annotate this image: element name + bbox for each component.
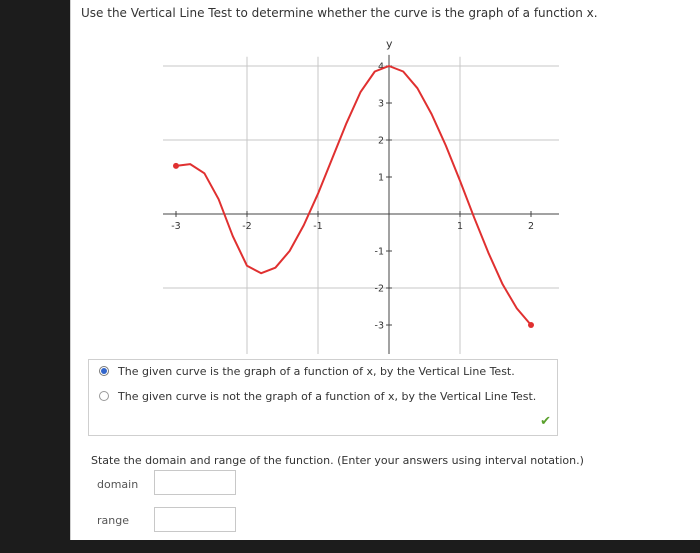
question-text: Use the Vertical Line Test to determine … (81, 6, 598, 20)
curve-endpoint (528, 322, 534, 328)
choice-label: The given curve is the graph of a functi… (118, 364, 515, 378)
choice-is-function[interactable]: The given curve is the graph of a functi… (99, 363, 515, 379)
choice-label: The given curve is not the graph of a fu… (118, 389, 537, 403)
x-tick-label: -2 (242, 221, 251, 232)
answer-choices: The given curve is the graph of a functi… (88, 359, 558, 436)
x-tick-label: 2 (528, 221, 534, 232)
domain-input[interactable] (154, 470, 236, 495)
radio-button[interactable] (99, 391, 109, 401)
question-panel: Use the Vertical Line Test to determine … (70, 0, 700, 540)
check-icon: ✔ (540, 414, 551, 429)
y-tick-label: -2 (375, 284, 384, 295)
y-tick-label: -3 (375, 321, 384, 332)
y-tick-label: -1 (375, 247, 384, 258)
y-axis-label: y (386, 38, 393, 51)
function-curve (175, 65, 532, 326)
y-tick-label: 1 (378, 173, 384, 184)
domain-label: domain (97, 478, 139, 491)
curve-endpoint (173, 162, 179, 169)
function-graph: xy-4-3-2-112344321-1-2-3-4 (163, 38, 559, 354)
domain-range-prompt: State the domain and range of the functi… (91, 454, 584, 467)
radio-button-selected[interactable] (99, 366, 109, 376)
range-label: range (97, 514, 129, 527)
y-tick-label: 3 (378, 99, 384, 110)
x-tick-label: 1 (457, 221, 463, 232)
range-input[interactable] (154, 507, 236, 532)
choice-is-not-function[interactable]: The given curve is not the graph of a fu… (99, 388, 536, 404)
y-tick-label: 2 (378, 136, 384, 147)
x-tick-label: -1 (313, 221, 322, 232)
x-tick-label: -3 (171, 221, 180, 232)
